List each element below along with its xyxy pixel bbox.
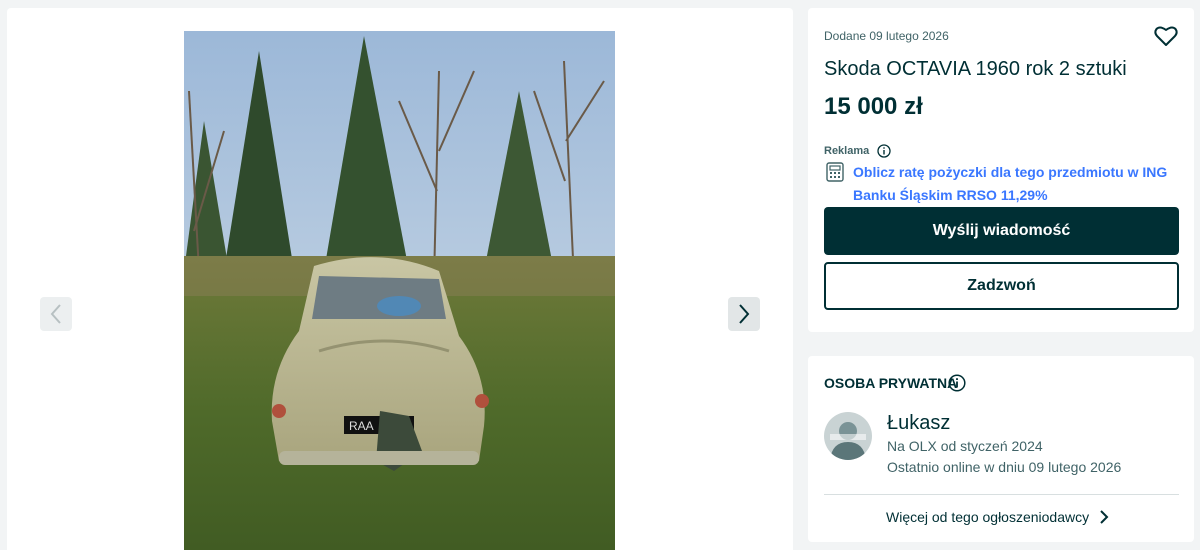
- seller-type: OSOBA PRYWATNA: [824, 375, 958, 391]
- car-photo[interactable]: RAA: [184, 31, 615, 550]
- chevron-left-icon: [50, 304, 61, 324]
- svg-text:RAA: RAA: [349, 419, 374, 433]
- seller-last-online: Ostatnio online w dniu 09 lutego 2026: [887, 459, 1122, 475]
- avatar: [824, 412, 872, 460]
- seller-member-since: Na OLX od styczeń 2024: [887, 438, 1043, 454]
- ad-label: Reklama: [824, 145, 870, 157]
- chevron-right-icon: [739, 304, 750, 324]
- seller-name: Łukasz: [887, 412, 951, 434]
- photo-gallery: RAA: [7, 8, 793, 550]
- gallery-prev-button[interactable]: [40, 297, 72, 331]
- send-message-button[interactable]: Wyślij wiadomość: [824, 207, 1179, 255]
- more-from-seller-link[interactable]: Więcej od tego ogłoszeniodawcy: [886, 509, 1109, 525]
- favorite-button[interactable]: [1152, 22, 1180, 50]
- call-button[interactable]: Zadzwoń: [824, 262, 1179, 310]
- info-icon[interactable]: [877, 144, 891, 158]
- gallery-next-button[interactable]: [728, 297, 760, 331]
- date-added: Dodane 09 lutego 2026: [824, 29, 949, 43]
- divider: [824, 494, 1179, 495]
- listing-title: Skoda OCTAVIA 1960 rok 2 sztuki: [824, 58, 1127, 80]
- info-icon[interactable]: [948, 374, 966, 392]
- seller-panel: OSOBA PRYWATNA Łukasz Na OLX od styczeń …: [808, 356, 1194, 542]
- listing-price: 15 000 zł: [824, 93, 923, 120]
- loan-calculator-link[interactable]: Oblicz ratę pożyczki dla tego przedmiotu…: [853, 161, 1188, 207]
- more-from-seller-label: Więcej od tego ogłoszeniodawcy: [886, 509, 1090, 525]
- chevron-right-icon: [1100, 510, 1109, 524]
- calculator-icon: [826, 162, 844, 182]
- listing-info-panel: Dodane 09 lutego 2026 Skoda OCTAVIA 1960…: [808, 8, 1194, 332]
- heart-outline-icon: [1154, 26, 1178, 46]
